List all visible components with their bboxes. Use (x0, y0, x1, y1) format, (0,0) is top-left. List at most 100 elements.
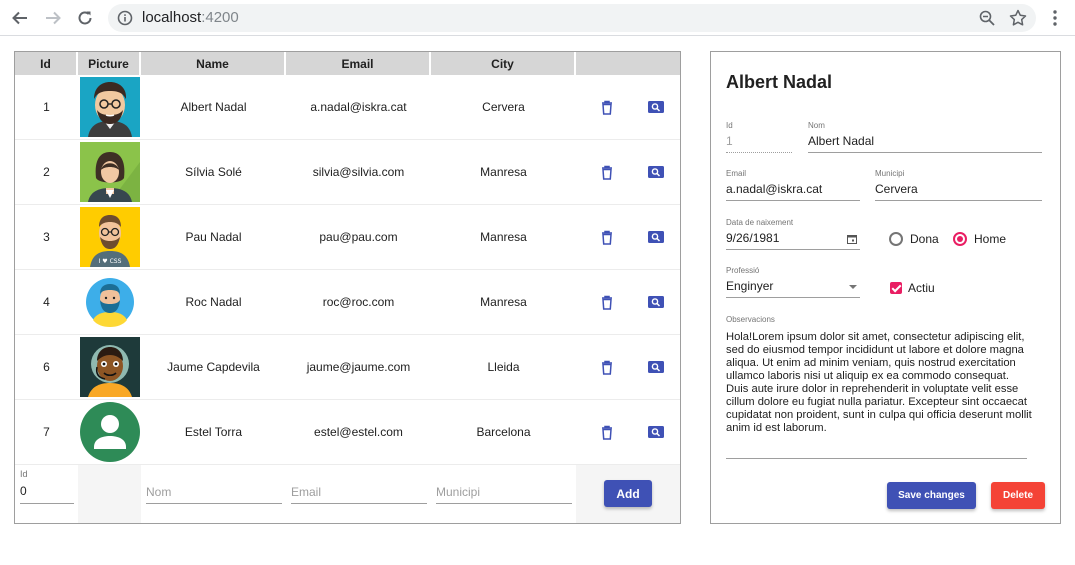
woman-avatar (79, 142, 140, 202)
detail-nom-field[interactable]: Nom Albert Nadal (808, 121, 1042, 155)
detail-email-underline (726, 200, 860, 201)
detail-observacions-textarea[interactable]: Hola!Lorem ipsum dolor sit amet, consect… (726, 331, 1032, 435)
cell-actions (576, 270, 680, 334)
radio-home-label: Home (974, 232, 1007, 246)
info-icon[interactable] (117, 10, 133, 26)
delete-row-icon[interactable] (598, 423, 616, 441)
new-name-underline (146, 503, 282, 504)
table-row[interactable]: 3 I ♥ CSS Pau Nadal pau@pau.com Manresa (15, 205, 680, 270)
table-row[interactable]: 7 Estel Torra estel@estel.com Barcelona (15, 400, 680, 465)
new-city-underline (436, 503, 572, 504)
cell-picture (78, 270, 141, 334)
detail-nom-underline (808, 152, 1042, 153)
url-text: localhost:4200 (142, 9, 239, 26)
view-detail-icon[interactable] (647, 98, 665, 116)
cell-name: Sílvia Solé (185, 165, 242, 179)
view-detail-icon[interactable] (647, 293, 665, 311)
back-button[interactable] (9, 7, 31, 29)
cell-email: silvia@silvia.com (312, 165, 405, 179)
cell-picture (78, 140, 141, 204)
cell-name: Albert Nadal (180, 100, 247, 114)
new-city-input[interactable]: Municipi (431, 465, 576, 523)
new-name-input[interactable]: Nom (141, 465, 286, 523)
add-button[interactable]: Add (604, 480, 652, 507)
detail-id-field: Id 1 (726, 121, 792, 155)
gender-radio-home[interactable]: Home (953, 232, 1006, 246)
new-city-placeholder: Municipi (436, 485, 481, 499)
table-row[interactable]: 4 Roc Nadal roc@roc.com Manresa (15, 270, 680, 335)
detail-professio-label: Professió (726, 266, 760, 275)
detail-professio-select[interactable]: Professió Enginyer (726, 266, 860, 300)
url-host: localhost (142, 9, 202, 26)
cell-email: estel@estel.com (314, 425, 403, 439)
new-email-underline (291, 503, 427, 504)
radio-dona-circle[interactable] (889, 232, 903, 246)
new-email-placeholder: Email (291, 485, 322, 499)
delete-row-icon[interactable] (598, 98, 616, 116)
cell-city: Manresa (480, 165, 527, 179)
view-detail-icon[interactable] (647, 358, 665, 376)
man-css-shirt-avatar: I ♥ CSS (79, 207, 140, 267)
cell-id: 4 (43, 295, 50, 309)
cell-city: Manresa (480, 230, 527, 244)
gender-radio-dona[interactable]: Dona (889, 232, 939, 246)
bookmark-star-icon[interactable] (1008, 8, 1028, 28)
cell-actions (576, 140, 680, 204)
detail-nom-label: Nom (808, 121, 825, 130)
radio-home-circle[interactable] (953, 232, 967, 246)
browser-toolbar: localhost:4200 (0, 0, 1075, 36)
table-row[interactable]: 2 Sílvia Solé silvia@silvia.com Manresa (15, 140, 680, 205)
detail-municipi-underline (875, 200, 1042, 201)
detail-id-underline (726, 152, 792, 153)
browser-menu-button[interactable] (1046, 8, 1064, 28)
man-headset-avatar (79, 337, 140, 397)
detail-email-field[interactable]: Email a.nadal@iskra.cat (726, 169, 860, 203)
address-bar[interactable]: localhost:4200 (108, 4, 1036, 32)
bearded-man-avatar (79, 272, 140, 332)
cell-id: 2 (43, 165, 50, 179)
reload-button[interactable] (74, 7, 96, 29)
new-email-input[interactable]: Email (286, 465, 431, 523)
detail-professio-underline (726, 297, 860, 298)
delete-row-icon[interactable] (598, 293, 616, 311)
cell-picture (78, 75, 141, 139)
detail-email-value: a.nadal@iskra.cat (726, 182, 823, 196)
cell-city: Lleida (487, 360, 520, 374)
table-row[interactable]: 6 Jaume Capdevila jaume@jaume.com Lleida (15, 335, 680, 400)
table-row[interactable]: 1 Albert Nadal a.nadal@iskra.cat Cervera (15, 75, 680, 140)
cell-picture (78, 335, 141, 399)
actiu-checkbox[interactable]: Actiu (890, 281, 935, 295)
user-detail-panel: Albert Nadal Id 1 Nom Albert Nadal Email… (710, 51, 1061, 524)
cell-email: pau@pau.com (319, 230, 398, 244)
delete-row-icon[interactable] (598, 163, 616, 181)
view-detail-icon[interactable] (647, 423, 665, 441)
new-id-field[interactable]: Id 0 (15, 465, 78, 523)
zoom-icon[interactable] (978, 9, 996, 27)
cell-email: jaume@jaume.com (306, 360, 411, 374)
new-name-placeholder: Nom (146, 485, 172, 499)
delete-button[interactable]: Delete (991, 482, 1045, 509)
calendar-icon[interactable] (847, 234, 857, 244)
forward-button[interactable] (42, 7, 64, 29)
cell-city: Barcelona (476, 425, 531, 439)
actiu-checkbox-box[interactable] (890, 282, 902, 294)
detail-birthdate-field[interactable]: Data de naixement 9/26/1981 (726, 218, 860, 252)
detail-municipi-value: Cervera (875, 182, 918, 196)
detail-nom-value: Albert Nadal (808, 134, 875, 148)
delete-row-icon[interactable] (598, 228, 616, 246)
delete-row-icon[interactable] (598, 358, 616, 376)
detail-id-value: 1 (726, 134, 733, 148)
view-detail-icon[interactable] (647, 228, 665, 246)
table-header: Id Picture Name Email City (15, 52, 680, 75)
detail-municipi-field[interactable]: Municipi Cervera (875, 169, 1042, 203)
dropdown-arrow-icon (849, 285, 857, 289)
cell-city: Manresa (480, 295, 527, 309)
cell-id: 7 (43, 425, 50, 439)
detail-birthdate-underline (726, 249, 860, 250)
cell-actions (576, 335, 680, 399)
reload-icon (78, 11, 92, 25)
cell-picture (78, 400, 141, 464)
view-detail-icon[interactable] (647, 163, 665, 181)
more-vert-icon (1053, 10, 1057, 26)
save-changes-button[interactable]: Save changes (887, 482, 976, 509)
